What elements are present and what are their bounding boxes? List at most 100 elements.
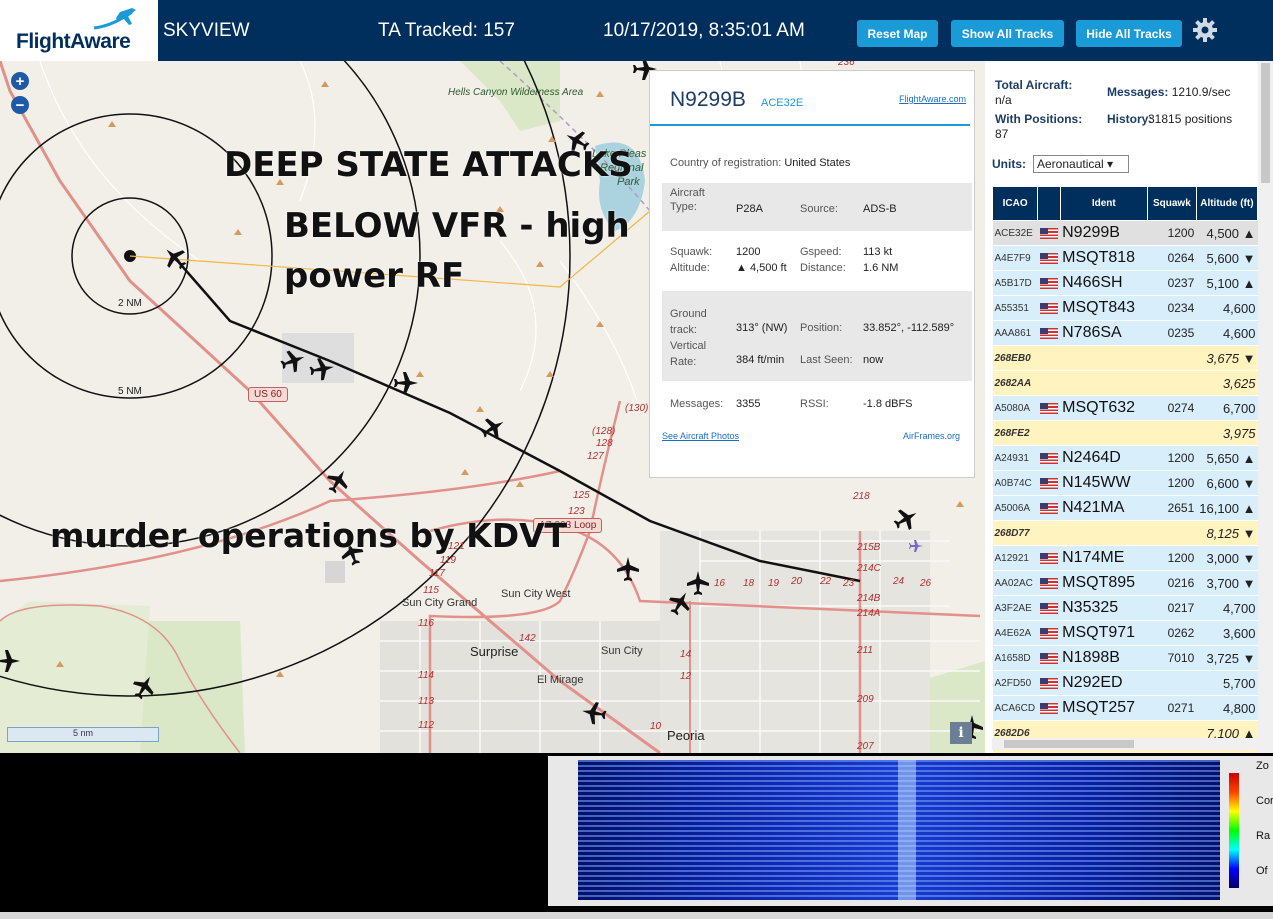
table-row[interactable]: A3F2AE N35325 0217 4,700 bbox=[992, 595, 1258, 621]
distance-value: 1.6 NM bbox=[863, 262, 899, 274]
row-icao: A0B74C bbox=[992, 470, 1038, 496]
gear-icon[interactable] bbox=[1192, 17, 1218, 43]
us-flag-icon bbox=[1039, 553, 1058, 565]
sun-city-label: Sun City bbox=[601, 645, 643, 657]
road-number: 236 bbox=[838, 61, 855, 68]
row-altitude: 4,600 bbox=[1196, 320, 1258, 346]
row-ident: N145WW bbox=[1060, 470, 1148, 496]
table-row[interactable]: A55351 MSQT843 0234 4,600 bbox=[992, 295, 1258, 321]
overlay-line-2a: BELOW VFR - high bbox=[284, 206, 630, 246]
table-row[interactable]: A0B74C N145WW 1200 6,600 ▼ bbox=[992, 470, 1258, 496]
zoom-out-button[interactable]: − bbox=[11, 96, 29, 114]
table-row[interactable]: AA02AC MSQT895 0216 3,700 ▼ bbox=[992, 570, 1258, 596]
flag-cell bbox=[1037, 520, 1061, 546]
table-row[interactable]: 268FE2 3,975 bbox=[992, 420, 1258, 446]
range-ring-label-2nm: 2 NM bbox=[118, 298, 142, 309]
col-ident[interactable]: Ident bbox=[1059, 186, 1149, 221]
aircraft-photos-link[interactable]: See Aircraft Photos bbox=[662, 431, 739, 441]
flag-cell bbox=[1037, 695, 1061, 721]
us60-shield: US 60 bbox=[248, 387, 288, 402]
table-row[interactable]: 268D77 8,125 ▼ bbox=[992, 520, 1258, 546]
reset-map-button[interactable]: Reset Map bbox=[857, 20, 938, 47]
row-ident bbox=[1060, 420, 1148, 446]
zoom-in-button[interactable]: + bbox=[11, 72, 29, 90]
table-row[interactable]: A5080A MSQT632 0274 6,700 bbox=[992, 395, 1258, 421]
flag-cell bbox=[1037, 395, 1061, 421]
table-row[interactable]: 2682AA 3,625 bbox=[992, 370, 1258, 396]
road-number: 20 bbox=[791, 576, 803, 587]
row-squawk bbox=[1147, 520, 1197, 546]
airframes-link[interactable]: AirFrames.org bbox=[903, 431, 960, 441]
us-flag-icon bbox=[1039, 578, 1058, 590]
table-row[interactable]: A4E62A MSQT971 0262 3,600 bbox=[992, 620, 1258, 646]
row-altitude: 4,700 bbox=[1196, 595, 1258, 621]
road-number: 24 bbox=[893, 576, 905, 587]
row-ident: MSQT632 bbox=[1060, 395, 1148, 421]
scroll-thumb[interactable] bbox=[1261, 63, 1270, 183]
with-positions-label: With Positions: bbox=[995, 112, 1083, 126]
flag-cell bbox=[1037, 545, 1061, 571]
scroll-thumb[interactable] bbox=[1004, 740, 1134, 748]
source-label: Source: bbox=[800, 203, 838, 215]
row-ident bbox=[1060, 345, 1148, 371]
flightaware-link[interactable]: FlightAware.com bbox=[899, 94, 966, 104]
position-label: Position: bbox=[800, 322, 843, 334]
overlay-line-3: murder operations by KDVT bbox=[50, 516, 568, 555]
flag-cell bbox=[1037, 670, 1061, 696]
position-value: 33.852°, -112.589° bbox=[863, 322, 955, 334]
col-altitude[interactable]: Altitude (ft) bbox=[1195, 186, 1259, 221]
row-altitude: 5,100 ▲ bbox=[1196, 270, 1258, 296]
horizontal-scrollbar[interactable] bbox=[992, 738, 1258, 750]
flightaware-logo[interactable]: FlightAware bbox=[0, 0, 158, 61]
table-row[interactable]: ACE32E N9299B 1200 4,500 ▲ bbox=[992, 220, 1258, 246]
table-row[interactable]: A12921 N174ME 1200 3,000 ▼ bbox=[992, 545, 1258, 571]
row-altitude: 3,975 bbox=[1196, 420, 1258, 446]
info-button[interactable]: i bbox=[950, 722, 972, 744]
col-squawk[interactable]: Squawk bbox=[1147, 186, 1197, 221]
waterfall-display[interactable] bbox=[578, 760, 1220, 900]
road-number: 125 bbox=[573, 490, 590, 501]
row-ident: MSQT257 bbox=[1060, 695, 1148, 721]
table-row[interactable]: ACA6CD MSQT257 0271 4,800 bbox=[992, 695, 1258, 721]
units-select[interactable]: Aeronautical ▾ bbox=[1033, 155, 1129, 173]
table-row[interactable]: A1658D N1898B 7010 3,725 ▼ bbox=[992, 645, 1258, 671]
row-icao: A4E7F9 bbox=[992, 245, 1038, 271]
us-flag-icon bbox=[1039, 303, 1058, 315]
us-flag-icon bbox=[1039, 278, 1058, 290]
row-squawk: 0271 bbox=[1147, 695, 1197, 721]
road-number: 128 bbox=[596, 438, 613, 449]
us-flag-icon bbox=[1039, 603, 1058, 615]
table-row[interactable]: A5B17D N466SH 0237 5,100 ▲ bbox=[992, 270, 1258, 296]
offset-control-label: Of bbox=[1256, 865, 1268, 877]
table-row[interactable]: A4E7F9 MSQT818 0264 5,600 ▼ bbox=[992, 245, 1258, 271]
table-row[interactable]: A2FD50 N292ED 5,700 bbox=[992, 670, 1258, 696]
row-altitude: 4,500 ▲ bbox=[1196, 220, 1258, 246]
table-row[interactable]: A24931 N2464D 1200 5,650 ▲ bbox=[992, 445, 1258, 471]
app-name: SKYVIEW bbox=[163, 20, 250, 41]
peoria-label: Peoria bbox=[667, 728, 705, 743]
road-number: 214A bbox=[857, 608, 881, 619]
flag-cell bbox=[1037, 470, 1061, 496]
col-flag[interactable] bbox=[1037, 186, 1061, 221]
col-icao[interactable]: ICAO bbox=[991, 186, 1039, 221]
vertical-rate-value: 384 ft/min bbox=[736, 354, 785, 366]
table-row[interactable]: AAA861 N786SA 0235 4,600 bbox=[992, 320, 1258, 346]
hide-all-tracks-button[interactable]: Hide All Tracks bbox=[1076, 20, 1182, 47]
row-icao: A24931 bbox=[992, 445, 1038, 471]
table-row[interactable]: 268EB0 3,675 ▼ bbox=[992, 345, 1258, 371]
row-altitude: 3,675 ▼ bbox=[1196, 345, 1258, 371]
row-icao: 2682AA bbox=[992, 370, 1038, 396]
flag-cell bbox=[1037, 620, 1061, 646]
show-all-tracks-button[interactable]: Show All Tracks bbox=[951, 20, 1064, 47]
row-icao: A55351 bbox=[992, 295, 1038, 321]
road-number: 127 bbox=[587, 451, 604, 462]
row-squawk: 0234 bbox=[1147, 295, 1197, 321]
aircraft-info-popup: N9299B ACE32E FlightAware.com Country of… bbox=[649, 70, 975, 478]
flag-cell bbox=[1037, 270, 1061, 296]
table-row[interactable]: A5006A N421MA 2651 16,100 ▲ bbox=[992, 495, 1258, 521]
last-seen-value: now bbox=[863, 354, 884, 366]
el-mirage-label: El Mirage bbox=[537, 674, 584, 686]
row-icao: 268FE2 bbox=[992, 420, 1038, 446]
vertical-scrollbar[interactable] bbox=[1258, 61, 1273, 753]
popup-divider bbox=[650, 124, 970, 126]
